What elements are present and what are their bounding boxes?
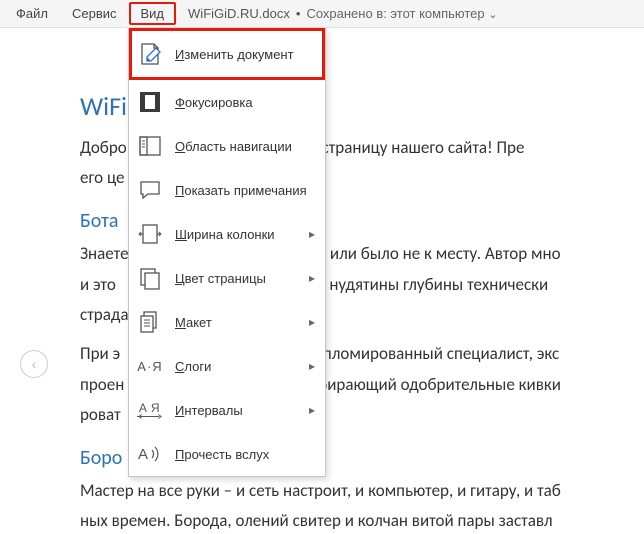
menu-label: Макет	[175, 315, 297, 330]
view-menu-dropdown: Изменить документ Фокусировка Область на…	[128, 28, 326, 477]
syllables-icon: А·Я	[137, 353, 163, 379]
page-color-icon	[137, 265, 163, 291]
menubar: Файл Сервис Вид WiFiGiD.RU.docx • Сохран…	[0, 0, 644, 28]
menu-label: Интервалы	[175, 403, 297, 418]
menu-label: Область навигации	[175, 139, 315, 154]
chevron-right-icon: ▸	[309, 359, 315, 373]
menu-layout[interactable]: Макет ▸	[129, 300, 325, 344]
prev-page-button[interactable]: ‹	[20, 350, 48, 378]
chevron-down-icon: ⌄	[488, 9, 497, 21]
menu-label: Фокусировка	[175, 95, 315, 110]
column-width-icon	[137, 221, 163, 247]
read-aloud-icon: А	[137, 441, 163, 467]
menu-show-comments[interactable]: Показать примечания	[129, 168, 325, 212]
nav-pane-icon	[137, 133, 163, 159]
menu-syllables[interactable]: А·Я Слоги ▸	[129, 344, 325, 388]
doc-title: WiFiGiD.RU.docx	[188, 6, 290, 21]
svg-text:А: А	[139, 401, 148, 415]
paragraph: Мастер на все руки – и сеть настроит, и …	[80, 479, 644, 504]
menu-edit-document[interactable]: Изменить документ	[129, 28, 325, 80]
svg-text:А: А	[138, 446, 148, 463]
menu-tools[interactable]: Сервис	[60, 2, 129, 25]
save-status-text: Сохранено в: этот компьютер	[306, 6, 484, 21]
menu-label: Ширина колонки	[175, 227, 297, 242]
chevron-right-icon: ▸	[309, 227, 315, 241]
menu-focus[interactable]: Фокусировка	[129, 80, 325, 124]
menu-navigation-pane[interactable]: Область навигации	[129, 124, 325, 168]
focus-icon	[137, 89, 163, 115]
menu-label: Слоги	[175, 359, 297, 374]
paragraph: ных времен. Борода, олений свитер и колч…	[80, 509, 644, 534]
svg-text:Я: Я	[151, 401, 160, 415]
menu-column-width[interactable]: Ширина колонки ▸	[129, 212, 325, 256]
spacing-icon: А Я	[137, 397, 163, 423]
edit-doc-icon	[137, 41, 163, 67]
doc-title-area: WiFiGiD.RU.docx • Сохранено в: этот комп…	[188, 6, 497, 21]
save-status[interactable]: Сохранено в: этот компьютер ⌄	[306, 6, 497, 21]
menu-label: Цвет страницы	[175, 271, 297, 286]
chevron-right-icon: ▸	[309, 315, 315, 329]
separator-dot: •	[296, 6, 301, 21]
menu-label: Прочесть вслух	[175, 447, 315, 462]
chevron-right-icon: ▸	[309, 403, 315, 417]
menu-label: Изменить документ	[175, 47, 315, 62]
menu-view[interactable]: Вид	[129, 2, 177, 25]
comments-icon	[137, 177, 163, 203]
menu-spacing[interactable]: А Я Интервалы ▸	[129, 388, 325, 432]
menu-label: Показать примечания	[175, 183, 315, 198]
menu-read-aloud[interactable]: А Прочесть вслух	[129, 432, 325, 476]
menu-page-color[interactable]: Цвет страницы ▸	[129, 256, 325, 300]
menu-file[interactable]: Файл	[4, 2, 60, 25]
layout-icon	[137, 309, 163, 335]
chevron-right-icon: ▸	[309, 271, 315, 285]
